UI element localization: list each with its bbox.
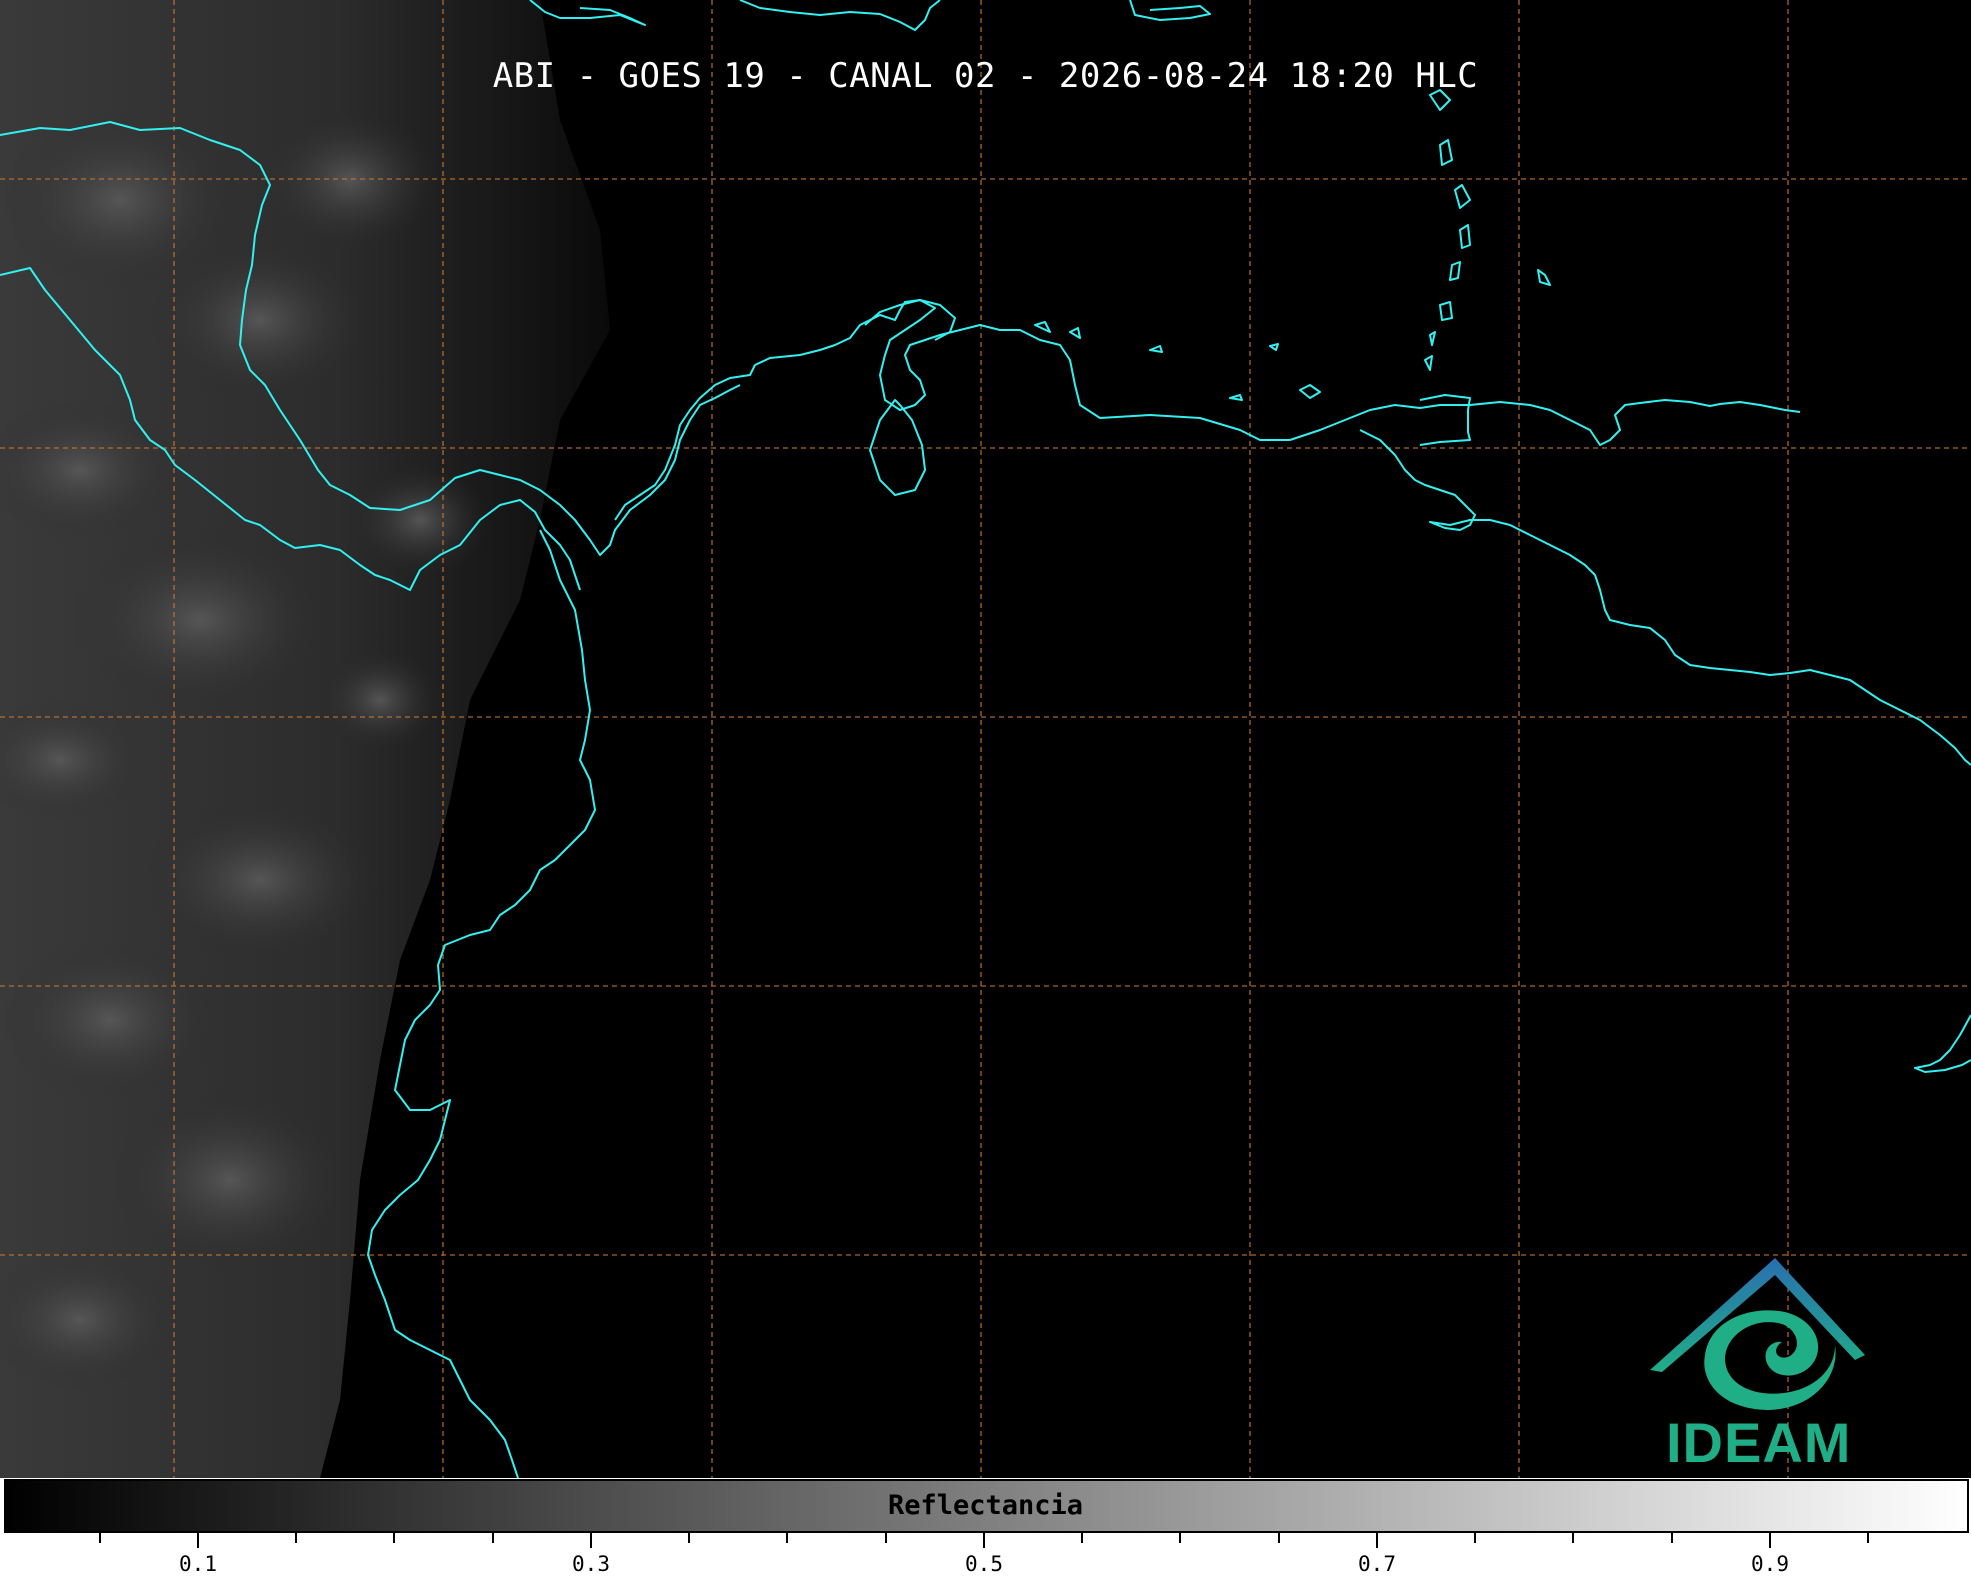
ideam-logo-text: IDEAM bbox=[1666, 1411, 1852, 1474]
colorbar-tick-label: 0.3 bbox=[572, 1552, 610, 1576]
colorbar-tick-label: 0.9 bbox=[1751, 1552, 1789, 1576]
map-title: ABI - GOES 19 - CANAL 02 - 2026-08-24 18… bbox=[492, 56, 1479, 96]
colorbar-tick-label: 0.5 bbox=[965, 1552, 1003, 1576]
colorbar-tick-label: 0.7 bbox=[1358, 1552, 1396, 1576]
satellite-map bbox=[0, 0, 1971, 1577]
colorbar-tick-label: 0.1 bbox=[179, 1552, 217, 1576]
colorbar-label: Reflectancia bbox=[887, 1490, 1084, 1521]
